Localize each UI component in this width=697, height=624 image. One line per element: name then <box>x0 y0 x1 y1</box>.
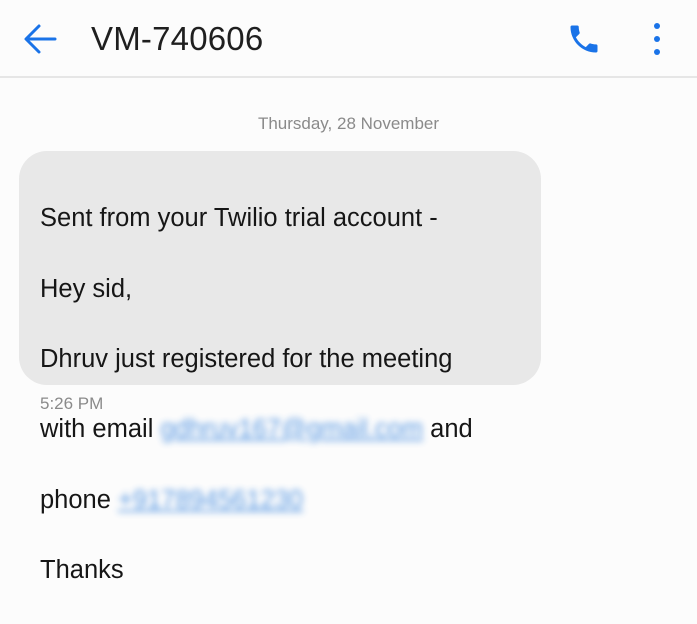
phone-prefix: phone <box>40 485 111 514</box>
call-button[interactable] <box>562 17 606 61</box>
email-prefix: with email <box>40 415 154 444</box>
more-options-button[interactable] <box>640 16 674 62</box>
conversation-title: VM-740606 <box>91 20 264 57</box>
message-line: Hey sid, <box>40 274 133 303</box>
message-text: Sent from your Twilio trial account - He… <box>40 166 521 624</box>
phone-link[interactable]: +917894561230 <box>118 486 303 514</box>
email-suffix: and <box>430 415 473 444</box>
back-button[interactable] <box>16 16 64 62</box>
app-header: VM-740606 <box>0 0 697 78</box>
arrow-left-icon <box>24 24 57 54</box>
date-separator: Thursday, 28 November <box>257 114 440 133</box>
message-line-email: with email gdhruv167@gmail.com and <box>40 412 521 447</box>
message-line: Thanks <box>40 556 124 585</box>
message-bubble[interactable]: Sent from your Twilio trial account - He… <box>19 151 541 584</box>
phone-icon <box>570 25 598 53</box>
message-timestamp: 5:26 PM <box>40 394 104 413</box>
more-vertical-icon <box>654 23 660 55</box>
email-link[interactable]: gdhruv167@gmail.com <box>160 415 423 443</box>
message-line: Sent from your Twilio trial account - <box>40 204 438 233</box>
message-line: Dhruv just registered for the meeting <box>40 345 453 374</box>
message-line-phone: phone +917894561230 <box>40 483 521 518</box>
